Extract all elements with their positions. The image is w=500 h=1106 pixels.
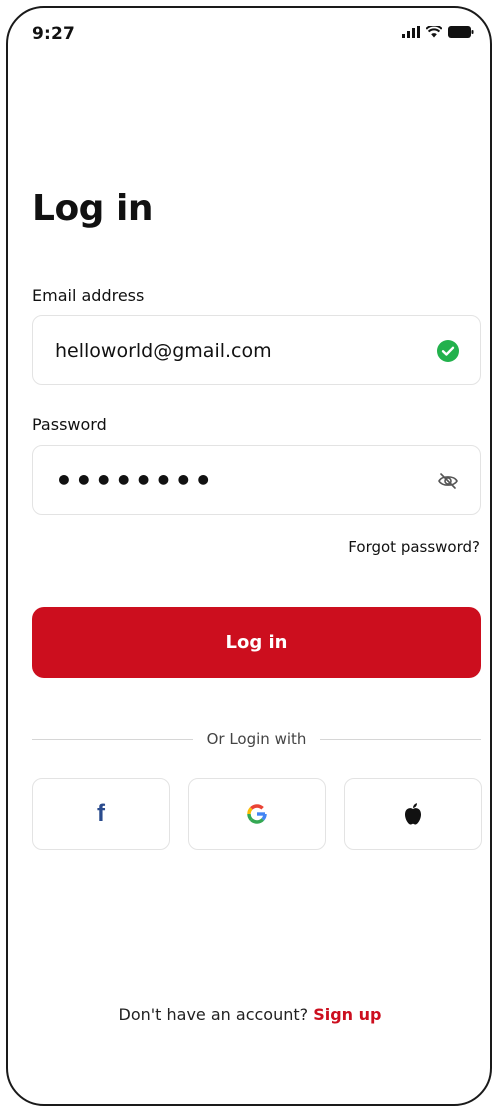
battery-icon [448, 26, 474, 38]
check-circle-icon [436, 339, 460, 363]
divider-line-right [320, 738, 481, 740]
facebook-login-button[interactable]: f [32, 778, 170, 850]
signal-icon [402, 26, 420, 38]
status-time: 9:27 [32, 24, 76, 44]
phone-frame [6, 6, 492, 1106]
password-value: •••••••• [55, 464, 215, 497]
page-title: Log in [32, 188, 153, 229]
wifi-icon [426, 26, 442, 38]
facebook-icon: f [97, 800, 105, 827]
eye-off-icon[interactable] [436, 469, 460, 493]
signup-prompt: Don't have an account? [118, 1005, 309, 1024]
divider-line-left [32, 738, 193, 740]
signup-link[interactable]: Sign up [313, 1005, 381, 1024]
divider-label: Or Login with [206, 730, 307, 748]
password-label: Password [32, 415, 107, 434]
login-button[interactable]: Log in [32, 607, 481, 678]
signup-row: Don't have an account? Sign up [0, 1005, 500, 1024]
password-field[interactable]: •••••••• [32, 445, 481, 515]
email-label: Email address [32, 286, 145, 305]
email-value: helloworld@gmail.com [55, 340, 272, 362]
apple-icon [405, 803, 421, 825]
status-icons [402, 26, 474, 38]
divider: Or Login with [32, 729, 481, 749]
google-login-button[interactable] [188, 778, 326, 850]
email-field[interactable]: helloworld@gmail.com [32, 315, 481, 385]
google-icon [247, 804, 267, 824]
forgot-password-link[interactable]: Forgot password? [348, 538, 480, 556]
apple-login-button[interactable] [344, 778, 482, 850]
